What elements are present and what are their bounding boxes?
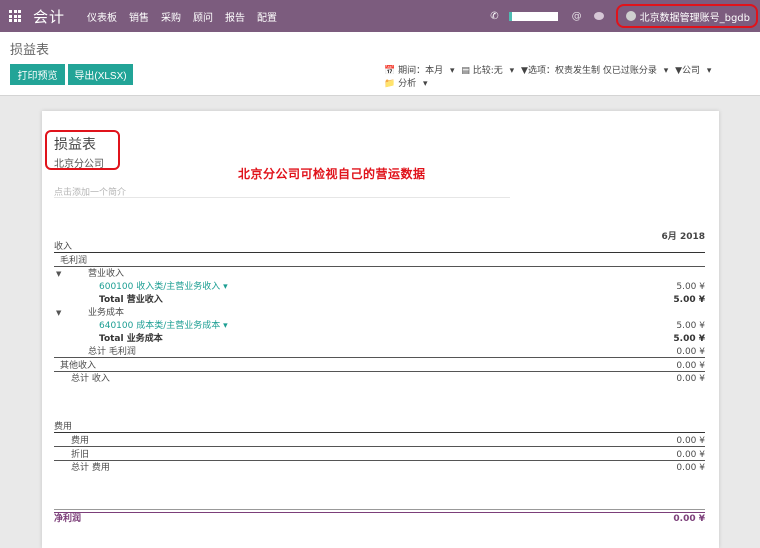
row-other-income: 其他收入 0.00 ¥ — [54, 360, 705, 372]
row-cost-of-revenue[interactable]: ▼ 业务成本 — [54, 307, 705, 319]
report-filters: 📅 期间：本月 ▾ ▤ 比较:无 ▾ ▼选项：权责发生制 仅已过账分录 ▾ ▼公… — [384, 65, 715, 91]
chat-icon[interactable] — [593, 12, 604, 20]
filter-options[interactable]: ▼选项：权责发生制 仅已过账分录 ▾ — [521, 66, 668, 76]
filter-compare[interactable]: ▤ 比较:无 ▾ — [461, 66, 514, 76]
row-gross-profit: 毛利润 — [54, 255, 705, 267]
menu-sales[interactable]: 销售 — [129, 9, 149, 24]
breadcrumb: 损益表 — [10, 43, 50, 58]
print-preview-button[interactable]: 打印预览 — [10, 64, 65, 85]
avatar — [625, 11, 636, 21]
main-menu: 仪表板 销售 采购 顾问 报告 配置 — [87, 9, 277, 24]
row-total-cost-of-revenue: Total 业务成本 5.00 ¥ — [99, 334, 705, 344]
user-menu[interactable]: 北京数据管理账号_bgdb — [615, 4, 758, 28]
quick-search-input[interactable] — [508, 11, 558, 21]
row-net-profit: 净利润 0.00 ¥ — [54, 514, 705, 524]
row-acct-640100[interactable]: 640100 成本类/主营业务成本 ▾ 5.00 ¥ — [54, 320, 705, 332]
report-sheet: 损益表 北京分公司 北京分公司可检视自己的营运数据 点击添加一个简介 6月 20… — [42, 111, 719, 548]
apps-grid-icon[interactable] — [9, 10, 21, 22]
row-total-income: 总计 收入 0.00 ¥ — [71, 374, 705, 384]
menu-configuration[interactable]: 配置 — [257, 9, 277, 24]
menu-reporting[interactable]: 报告 — [225, 9, 245, 24]
menu-purchase[interactable]: 采购 — [161, 9, 181, 24]
systray: ✆ @ 北京数据管理账号_bgdb — [490, 0, 760, 32]
caret-down-icon[interactable]: ▼ — [56, 268, 61, 280]
menu-dashboard[interactable]: 仪表板 — [87, 9, 117, 24]
report-company: 北京分公司 — [54, 159, 104, 170]
at-icon[interactable]: @ — [572, 11, 582, 22]
app-brand: 会计 — [33, 7, 66, 26]
row-income: 收入 — [54, 241, 705, 253]
net-divider — [54, 509, 705, 510]
menu-adviser[interactable]: 顾问 — [193, 9, 213, 24]
row-acct-600100[interactable]: 600100 收入类/主营业务收入 ▾ 5.00 ¥ — [54, 281, 705, 293]
filter-period[interactable]: 📅 期间：本月 ▾ — [384, 66, 454, 76]
filter-analysis[interactable]: 📁 分析 ▾ — [384, 79, 427, 89]
caret-down-icon[interactable]: ▼ — [56, 307, 61, 319]
row-total-expenses: 总计 费用 0.00 ¥ — [71, 463, 705, 473]
annotation-text: 北京分公司可检视自己的营运数据 — [238, 167, 426, 181]
user-name: 北京数据管理账号_bgdb — [639, 12, 750, 24]
row-total-operating-income: Total 营业收入 5.00 ¥ — [99, 295, 705, 305]
phone-icon[interactable]: ✆ — [490, 11, 498, 22]
row-expenses: 费用 — [54, 421, 705, 433]
top-navbar: 会计 仪表板 销售 采购 顾问 报告 配置 ✆ @ 北京数据管理账号_bgdb — [0, 0, 760, 32]
export-xlsx-button[interactable]: 导出(XLSX) — [68, 64, 133, 85]
filter-company[interactable]: ▼公司 ▾ — [675, 66, 711, 76]
row-expense: 费用 0.00 ¥ — [54, 435, 705, 447]
row-operating-income[interactable]: ▼ 营业收入 — [54, 268, 705, 280]
summary-input[interactable]: 点击添加一个简介 — [54, 185, 510, 198]
report-title: 损益表 — [54, 137, 96, 153]
row-depreciation: 折旧 0.00 ¥ — [54, 449, 705, 461]
control-panel: 损益表 打印预览 导出(XLSX) 📅 期间：本月 ▾ ▤ 比较:无 ▾ ▼选项… — [0, 32, 760, 96]
row-total-gross-profit: 总计 毛利润 0.00 ¥ — [54, 346, 705, 358]
